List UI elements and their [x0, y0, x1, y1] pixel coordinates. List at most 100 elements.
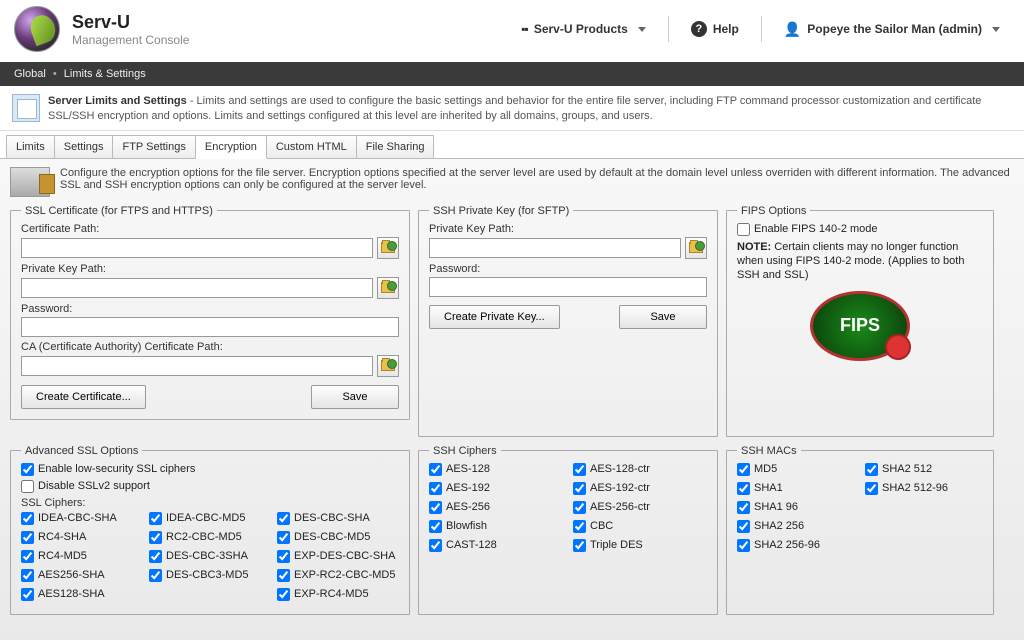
ssh-mac-md5[interactable]: MD5	[737, 463, 855, 476]
ssl-password-label: Password:	[21, 303, 399, 315]
ssh-password-label: Password:	[429, 263, 707, 275]
user-icon: 👤	[784, 21, 801, 38]
ssh-ciphers-legend: SSH Ciphers	[429, 445, 501, 457]
chevron-down-icon	[638, 27, 646, 32]
adv-ssl-legend: Advanced SSL Options	[21, 445, 142, 457]
section-description: Server Limits and Settings - Limits and …	[48, 94, 1012, 124]
ssl-cert-legend: SSL Certificate (for FTPS and HTTPS)	[21, 205, 217, 217]
ssh-cipher-aes-256[interactable]: AES-256	[429, 501, 563, 514]
ssl-save-button[interactable]: Save	[311, 385, 399, 409]
enable-low-security-checkbox[interactable]: Enable low-security SSL ciphers	[21, 463, 399, 476]
folder-icon	[381, 282, 395, 293]
cert-path-input[interactable]	[21, 238, 373, 258]
breadcrumb: Global • Limits & Settings	[0, 62, 1024, 86]
ssl-cipher-idea-cbc-sha[interactable]: IDEA-CBC-SHA	[21, 511, 143, 526]
ssl-certificate-group: SSL Certificate (for FTPS and HTTPS) Cer…	[10, 205, 410, 420]
ssl-cipher-exp-rc4-md5[interactable]: EXP-RC4-MD5	[277, 587, 399, 602]
ssl-cipher-rc2-cbc-md5[interactable]: RC2-CBC-MD5	[149, 530, 271, 545]
breadcrumb-root[interactable]: Global	[14, 68, 46, 80]
separator	[668, 16, 669, 42]
tab-limits[interactable]: Limits	[6, 135, 55, 159]
ssh-save-button[interactable]: Save	[619, 305, 707, 329]
disable-sslv2-input[interactable]	[21, 480, 34, 493]
ssl-cipher-aes128-sha[interactable]: AES128-SHA	[21, 587, 143, 602]
chevron-down-icon	[992, 27, 1000, 32]
priv-key-path-label: Private Key Path:	[21, 263, 399, 275]
ssl-cipher-des-cbc-md5[interactable]: DES-CBC-MD5	[277, 530, 399, 545]
ssh-cipher-aes-192[interactable]: AES-192	[429, 482, 563, 495]
browse-privkey-button[interactable]	[377, 277, 399, 299]
ssl-password-input[interactable]	[21, 317, 399, 337]
tab-file-sharing[interactable]: File Sharing	[357, 135, 435, 159]
ssh-cipher-aes-256-ctr[interactable]: AES-256-ctr	[573, 501, 707, 514]
user-menu[interactable]: 👤 Popeye the Sailor Man (admin)	[784, 21, 1000, 38]
ssh-cipher-cast-128[interactable]: CAST-128	[429, 539, 563, 552]
fips-badge-icon: FIPS	[810, 291, 910, 361]
ca-path-input[interactable]	[21, 356, 373, 376]
ssh-ciphers-group: SSH Ciphers AES-128 AES-128-ctr AES-192 AES…	[418, 445, 718, 615]
ssl-ciphers-label: SSL Ciphers:	[21, 497, 399, 509]
ssl-cipher-rc4-sha[interactable]: RC4-SHA	[21, 530, 143, 545]
tab-custom-html[interactable]: Custom HTML	[267, 135, 357, 159]
fips-legend: FIPS Options	[737, 205, 810, 217]
ssh-mac-sha2-512-96[interactable]: SHA2 512-96	[865, 482, 983, 495]
products-menu[interactable]: ▪▪ Serv-U Products	[521, 22, 646, 36]
help-link[interactable]: ? Help	[691, 21, 739, 37]
app-logo-icon	[14, 6, 60, 52]
ssh-cipher-triple-des[interactable]: Triple DES	[573, 539, 707, 552]
settings-document-icon	[12, 94, 40, 122]
folder-icon	[381, 360, 395, 371]
disable-sslv2-checkbox[interactable]: Disable SSLv2 support	[21, 480, 399, 493]
ssl-cipher-aes256-sha[interactable]: AES256-SHA	[21, 568, 143, 583]
ssh-mac-sha2-256-96[interactable]: SHA2 256-96	[737, 539, 855, 552]
tab-settings[interactable]: Settings	[55, 135, 114, 159]
create-certificate-button[interactable]: Create Certificate...	[21, 385, 146, 409]
ssl-cipher-exp-rc2-cbc-md5[interactable]: EXP-RC2-CBC-MD5	[277, 568, 399, 583]
ssh-cipher-aes-128[interactable]: AES-128	[429, 463, 563, 476]
enable-low-security-input[interactable]	[21, 463, 34, 476]
breadcrumb-current: Limits & Settings	[64, 68, 146, 80]
priv-key-path-input[interactable]	[21, 278, 373, 298]
ssl-cipher-rc4-md5[interactable]: RC4-MD5	[21, 549, 143, 564]
ssh-mac-sha1[interactable]: SHA1	[737, 482, 855, 495]
help-label: Help	[713, 22, 739, 36]
ssl-cipher-exp-des-cbc-sha[interactable]: EXP-DES-CBC-SHA	[277, 549, 399, 564]
browse-ca-button[interactable]	[377, 355, 399, 377]
ssh-cipher-aes-128-ctr[interactable]: AES-128-ctr	[573, 463, 707, 476]
browse-ssh-key-button[interactable]	[685, 237, 707, 259]
ssh-privkey-input[interactable]	[429, 238, 681, 258]
create-private-key-button[interactable]: Create Private Key...	[429, 305, 560, 329]
ssl-cipher-des-cbc-3sha[interactable]: DES-CBC-3SHA	[149, 549, 271, 564]
help-icon: ?	[691, 21, 707, 37]
folder-icon	[689, 242, 703, 253]
tab-ftp-settings[interactable]: FTP Settings	[113, 135, 195, 159]
section-title: Server Limits and Settings	[48, 95, 187, 107]
fips-options-group: FIPS Options Enable FIPS 140-2 mode NOTE…	[726, 205, 994, 437]
cert-path-label: Certificate Path:	[21, 223, 399, 235]
ssh-mac-sha2-256[interactable]: SHA2 256	[737, 520, 855, 533]
encryption-help-text: Configure the encryption options for the…	[60, 167, 1014, 191]
ssh-macs-legend: SSH MACs	[737, 445, 801, 457]
ssh-password-input[interactable]	[429, 277, 707, 297]
fips-note: NOTE: Certain clients may no longer func…	[737, 240, 983, 283]
ssh-mac-sha2-512[interactable]: SHA2 512	[865, 463, 983, 476]
products-label: Serv-U Products	[534, 22, 628, 36]
advanced-ssl-group: Advanced SSL Options Enable low-security…	[10, 445, 410, 615]
enable-fips-input[interactable]	[737, 223, 750, 236]
ca-path-label: CA (Certificate Authority) Certificate P…	[21, 341, 399, 353]
ssl-cipher-idea-cbc-md5[interactable]: IDEA-CBC-MD5	[149, 511, 271, 526]
ssh-cipher-cbc[interactable]: CBC	[573, 520, 707, 533]
ssh-cipher-blowfish[interactable]: Blowfish	[429, 520, 563, 533]
server-cert-icon	[10, 167, 50, 197]
ssh-macs-group: SSH MACs MD5 SHA2 512 SHA1 SHA2 512-96 SHA1 …	[726, 445, 994, 615]
ssl-cipher-des-cbc-sha[interactable]: DES-CBC-SHA	[277, 511, 399, 526]
grid-icon: ▪▪	[521, 22, 528, 36]
enable-fips-checkbox[interactable]: Enable FIPS 140-2 mode	[737, 223, 983, 236]
ssl-cipher-des-cbc3-md5[interactable]: DES-CBC3-MD5	[149, 568, 271, 583]
ssh-mac-sha1-96[interactable]: SHA1 96	[737, 501, 855, 514]
ssh-private-key-group: SSH Private Key (for SFTP) Private Key P…	[418, 205, 718, 437]
tab-encryption[interactable]: Encryption	[196, 135, 267, 159]
browse-cert-button[interactable]	[377, 237, 399, 259]
app-title: Serv-U	[72, 12, 189, 33]
ssh-cipher-aes-192-ctr[interactable]: AES-192-ctr	[573, 482, 707, 495]
